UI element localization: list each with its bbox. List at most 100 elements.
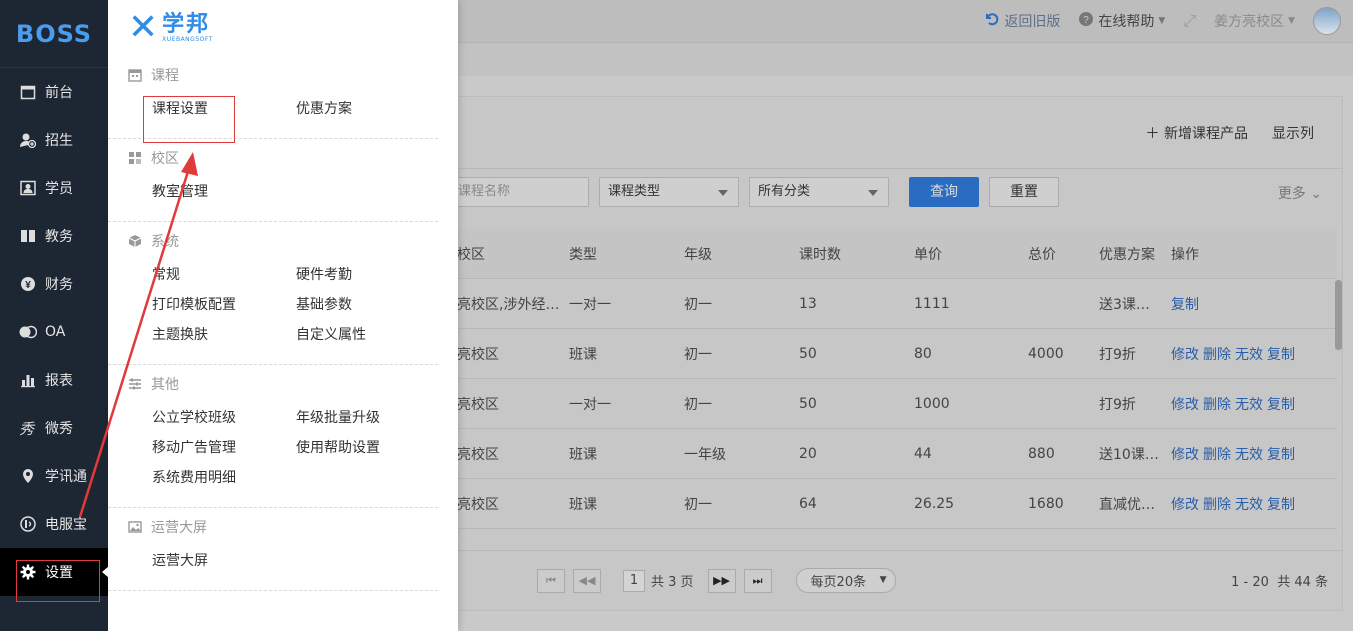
sidebar-item-6[interactable]: 报表 [0, 356, 108, 404]
campus-label: 姜方亮校区 [1214, 14, 1285, 30]
chevron-down-icon: ⌄ [1310, 186, 1322, 202]
sidebar-item-8[interactable]: 学讯通 [0, 452, 108, 500]
row-action-link[interactable]: 无效 [1235, 497, 1263, 513]
menu-section-label: 校区 [151, 151, 179, 167]
row-action-link[interactable]: 无效 [1235, 347, 1263, 363]
table-header: 校区 类型 年级 课时数 单价 总价 优惠方案 操作 [419, 229, 1337, 279]
menu-item[interactable]: 运营大屏 [152, 546, 296, 576]
sidebar-item-label: OA [45, 324, 66, 340]
prev-page-button[interactable]: ◀◀ [573, 568, 601, 593]
online-help-dropdown[interactable]: ? 在线帮助 ▼ [1078, 11, 1165, 31]
row-action-link[interactable]: 修改 [1171, 347, 1199, 363]
row-action-link[interactable]: 修改 [1171, 397, 1199, 413]
row-action-link[interactable]: 删除 [1203, 497, 1231, 513]
row-action-link[interactable]: 删除 [1203, 347, 1231, 363]
row-action-link[interactable]: 复制 [1267, 497, 1295, 513]
page-size-select[interactable]: 每页20条 ▼ [795, 568, 896, 593]
sidebar-item-7[interactable]: 秀微秀 [0, 404, 108, 452]
last-page-button[interactable]: ⏭ [743, 568, 772, 593]
sidebar-item-3[interactable]: 教务 [0, 212, 108, 260]
row-action-link[interactable]: 删除 [1203, 447, 1231, 463]
menu-section-title: 校区 [128, 139, 418, 177]
row-action-link[interactable]: 修改 [1171, 497, 1199, 513]
cell-grade: 初一 [684, 296, 712, 313]
add-course-product-button[interactable]: ＋ 新增课程产品 [1146, 123, 1248, 143]
th-hours: 课时数 [799, 246, 841, 263]
settings-menu-popover: ✕ 学邦 XUEBANGSOFT 课程 课程设置 优惠方案 校区 教室管理 系统 常规 硬件考… [108, 0, 458, 631]
sidebar-item-1[interactable]: 招生 [0, 116, 108, 164]
avatar[interactable] [1313, 7, 1341, 35]
row-action-link[interactable]: 复制 [1267, 347, 1295, 363]
query-button[interactable]: 查询 [909, 177, 979, 207]
menu-section-title: 运营大屏 [128, 508, 418, 546]
cell-actions: 修改 删除 无效 复制 [1171, 394, 1337, 414]
help-label: 在线帮助 [1098, 14, 1155, 30]
row-action-link[interactable]: 复制 [1267, 447, 1295, 463]
back-old-version-link[interactable]: 返回旧版 [984, 11, 1060, 31]
xuebang-x-icon: ✕ [128, 7, 159, 48]
xuebang-logo: ✕ 学邦 XUEBANGSOFT [108, 0, 458, 56]
menu-item[interactable]: 系统费用明细 [152, 463, 296, 493]
th-unit-price: 单价 [914, 246, 942, 263]
table-row: 亮校区 一对一 初一 50 1000 打9折 修改 删除 无效 复制 [419, 379, 1337, 429]
course-name-input[interactable]: 课程名称 [449, 177, 589, 207]
cell-type: 班课 [569, 346, 597, 363]
calendar-icon [128, 68, 142, 82]
cell-grade: 初一 [684, 346, 712, 363]
menu-item[interactable]: 自定义属性 [296, 320, 440, 350]
fullscreen-button[interactable]: ⤢ [1183, 11, 1196, 31]
menu-item[interactable]: 公立学校班级 [152, 403, 296, 433]
more-filters-toggle[interactable]: 更多 ⌄ [1278, 183, 1322, 203]
reset-button[interactable]: 重置 [989, 177, 1059, 207]
row-action-link[interactable]: 无效 [1235, 397, 1263, 413]
sidebar-item-0[interactable]: 前台 [0, 68, 108, 116]
sidebar-item-5[interactable]: OA [0, 308, 108, 356]
table-scrollbar[interactable] [1335, 280, 1342, 350]
location-icon [19, 467, 37, 485]
page-number-input[interactable]: 1 [623, 569, 645, 592]
bar-chart-icon [19, 371, 37, 389]
row-action-link[interactable]: 复制 [1267, 397, 1295, 413]
row-action-link[interactable]: 修改 [1171, 447, 1199, 463]
cell-grade: 初一 [684, 396, 712, 413]
menu-item[interactable]: 移动广告管理 [152, 433, 296, 463]
menu-item[interactable]: 优惠方案 [296, 94, 440, 124]
menu-section-2: 系统 常规 硬件考勤 打印模板配置 基础参数 主题换肤 自定义属性 [108, 222, 438, 365]
menu-item[interactable]: 基础参数 [296, 290, 440, 320]
th-total-price: 总价 [1028, 246, 1056, 263]
menu-item[interactable]: 硬件考勤 [296, 260, 440, 290]
menu-item[interactable]: 使用帮助设置 [296, 433, 440, 463]
menu-item[interactable]: 教室管理 [152, 177, 296, 207]
category-select[interactable]: 所有分类 [749, 177, 889, 207]
cell-unit: 44 [914, 445, 932, 462]
next-page-button[interactable]: ▶▶ [707, 568, 736, 593]
menu-item[interactable]: 打印模板配置 [152, 290, 296, 320]
menu-section-label: 其他 [151, 377, 179, 393]
cell-unit: 26.25 [914, 495, 955, 512]
th-actions: 操作 [1171, 246, 1199, 263]
th-type: 类型 [569, 246, 597, 263]
first-page-button[interactable]: ⏮ [537, 568, 565, 593]
sidebar-item-2[interactable]: 学员 [0, 164, 108, 212]
xiu-icon: 秀 [19, 419, 37, 437]
table-row: 亮校区,涉外经… 一对一 初一 13 1111 送3课… 复制 [419, 279, 1337, 329]
row-action-link[interactable]: 删除 [1203, 397, 1231, 413]
cell-promo: 打9折 [1099, 346, 1136, 363]
cell-hours: 20 [799, 445, 817, 462]
campus-dropdown[interactable]: 姜方亮校区 ▼ [1214, 11, 1295, 31]
menu-item[interactable]: 常规 [152, 260, 296, 290]
sidebar-item-9[interactable]: 电服宝 [0, 500, 108, 548]
row-action-link[interactable]: 复制 [1171, 297, 1199, 313]
menu-item[interactable]: 年级批量升级 [296, 403, 440, 433]
show-columns-button[interactable]: 显示列 [1272, 123, 1314, 143]
row-action-link[interactable]: 无效 [1235, 447, 1263, 463]
range-label: 1 - 20 [1231, 575, 1269, 590]
cell-hours: 64 [799, 495, 817, 512]
boss-logo: BOSS [0, 0, 108, 68]
sidebar-item-4[interactable]: ¥ 财务 [0, 260, 108, 308]
menu-item[interactable]: 主题换肤 [152, 320, 296, 350]
cell-actions: 修改 删除 无效 复制 [1171, 444, 1337, 464]
course-product-panel: ＋ 新增课程产品 显示列 课程名称 课程类型 所有分类 查询 重置 更多 ⌄ 校… [418, 96, 1343, 611]
course-type-select[interactable]: 课程类型 [599, 177, 739, 207]
undo-icon [984, 11, 1000, 31]
